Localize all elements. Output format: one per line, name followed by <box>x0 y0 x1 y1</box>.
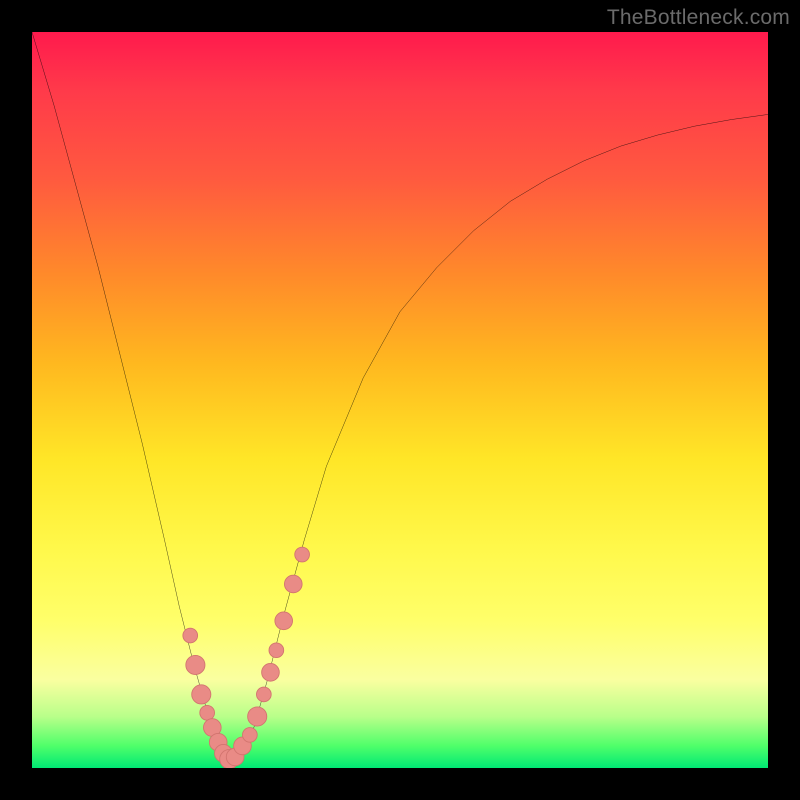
data-marker <box>275 612 293 630</box>
data-marker <box>183 628 198 643</box>
curve-svg <box>32 32 768 768</box>
data-marker <box>248 707 267 726</box>
plot-area <box>32 32 768 768</box>
watermark-text: TheBottleneck.com <box>607 6 790 30</box>
chart-stage: TheBottleneck.com <box>0 0 800 800</box>
data-marker <box>192 685 211 704</box>
data-marker <box>262 663 280 681</box>
marker-layer <box>183 547 310 768</box>
data-marker <box>295 547 310 562</box>
bottleneck-curve-path <box>32 32 768 761</box>
data-marker <box>284 575 302 593</box>
data-marker <box>256 687 271 702</box>
data-marker <box>242 728 257 743</box>
data-marker <box>186 655 205 674</box>
data-marker <box>269 643 284 658</box>
data-marker <box>200 705 215 720</box>
